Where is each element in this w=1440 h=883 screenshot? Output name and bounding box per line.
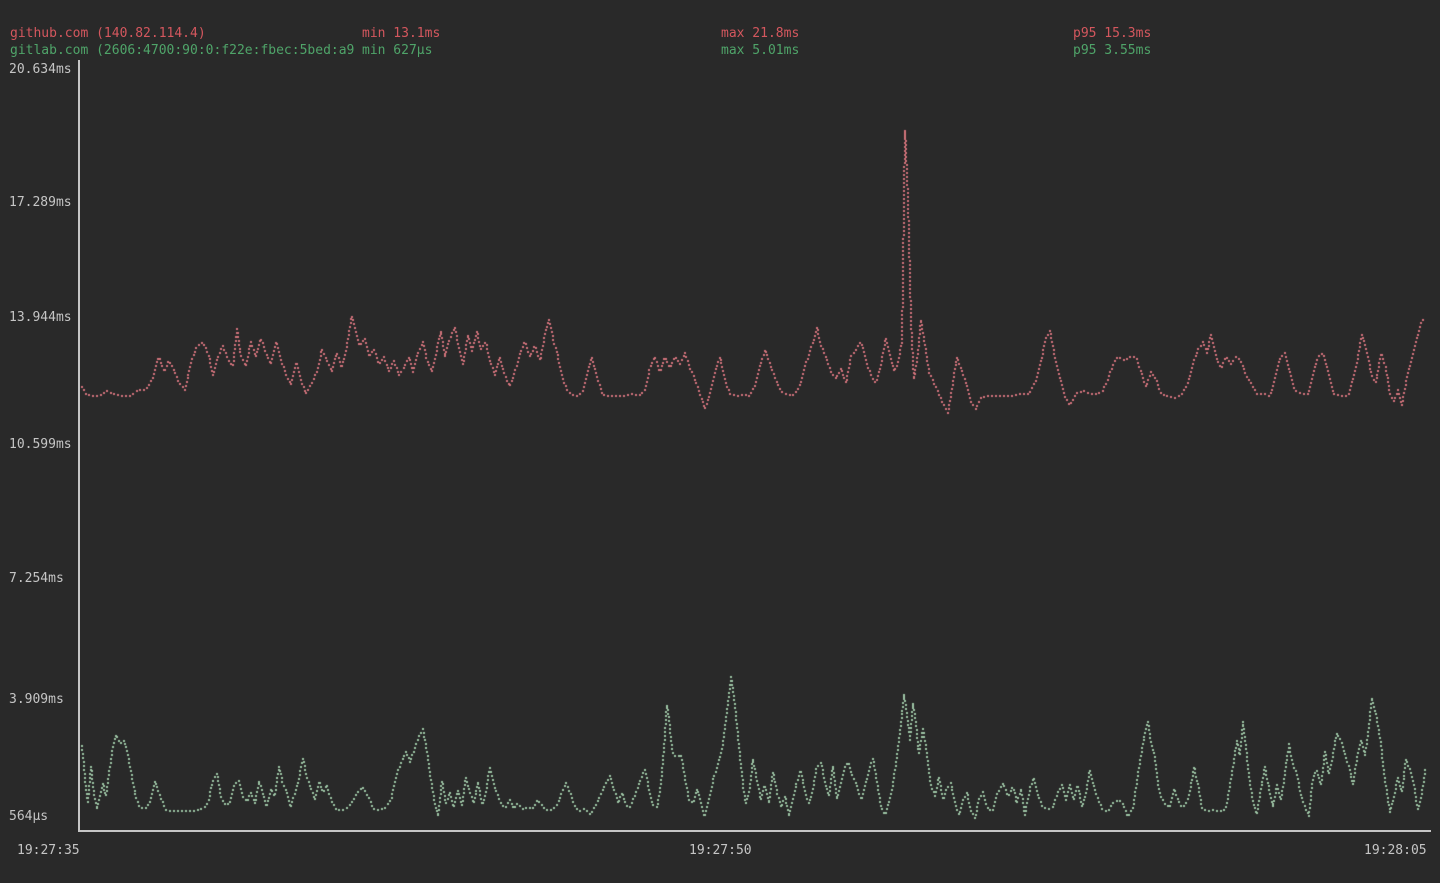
x-tick-label: 19:27:50: [689, 842, 752, 859]
legend-row-gitlab: gitlab.com (2606:4700:90:0:f22e:fbec:5be…: [0, 42, 1440, 59]
y-tick-label: 3.909ms: [9, 691, 64, 708]
y-tick-label: 564µs: [9, 808, 48, 825]
host-github-label: github.com (140.82.114.4): [10, 25, 206, 42]
y-tick-label: 17.289ms: [9, 194, 72, 211]
x-tick-label: 19:27:35: [17, 842, 80, 859]
y-tick-label: 13.944ms: [9, 309, 72, 326]
y-tick-label: 7.254ms: [9, 570, 64, 587]
y-tick-label: 10.599ms: [9, 436, 72, 453]
x-axis-line: [78, 830, 1431, 832]
legend-row-github: github.com (140.82.114.4) min 13.1ms max…: [0, 25, 1440, 42]
gitlab-max-stat: max 5.01ms: [721, 42, 799, 59]
x-tick-label: 19:28:05: [1364, 842, 1427, 859]
y-axis-line: [78, 60, 80, 832]
github-max-stat: max 21.8ms: [721, 25, 799, 42]
host-gitlab-label: gitlab.com (2606:4700:90:0:f22e:fbec:5be…: [10, 42, 354, 59]
gping-terminal-screen: github.com (140.82.114.4) min 13.1ms max…: [0, 0, 1440, 883]
latency-chart-canvas: [0, 0, 1440, 883]
gitlab-p95-stat: p95 3.55ms: [1073, 42, 1151, 59]
y-tick-label: 20.634ms: [9, 61, 72, 78]
github-min-stat: min 13.1ms: [362, 25, 440, 42]
github-p95-stat: p95 15.3ms: [1073, 25, 1151, 42]
gitlab-min-stat: min 627µs: [362, 42, 432, 59]
